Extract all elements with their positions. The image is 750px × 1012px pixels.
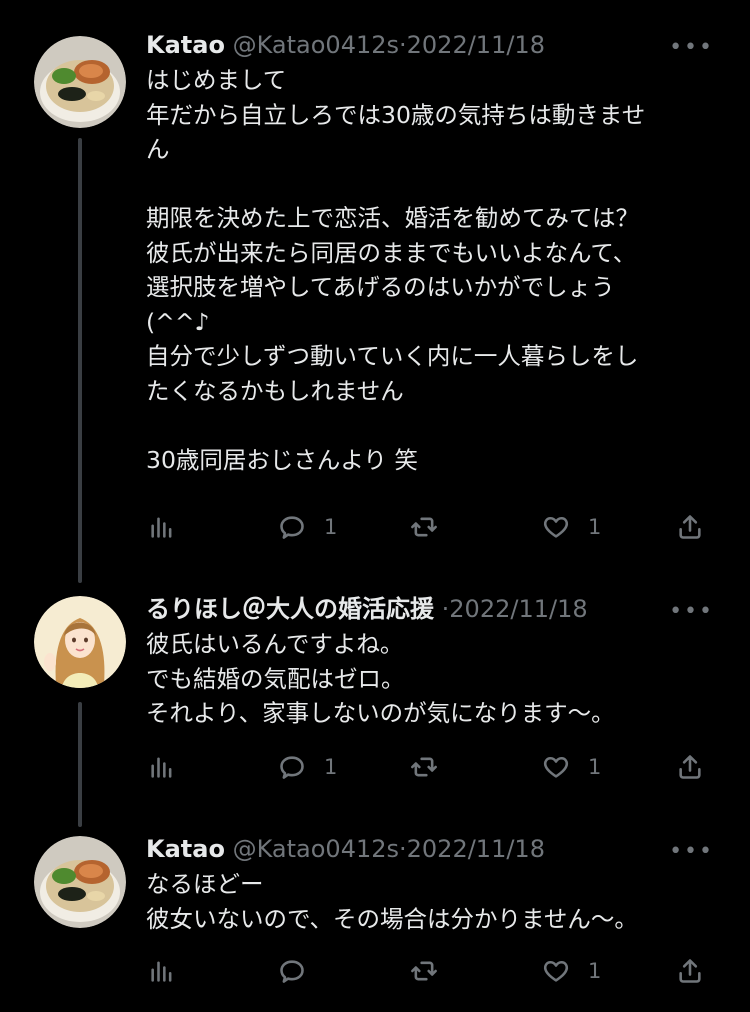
- text-line: なるほどー: [146, 870, 264, 898]
- display-name[interactable]: Katao: [146, 31, 225, 59]
- tweet-text: 彼氏はいるんですよね。 でも結婚の気配はゼロ。 それより、家事しないのが気になり…: [146, 627, 726, 731]
- avatar[interactable]: [34, 596, 126, 688]
- reply-icon: [280, 960, 304, 983]
- tweet[interactable]: Katao @Katao0412s·2022/11/18 ••• はじめまして …: [0, 0, 750, 570]
- avatar[interactable]: [34, 36, 126, 128]
- like-button[interactable]: 1: [542, 747, 601, 787]
- share-button[interactable]: [676, 507, 704, 547]
- timestamp[interactable]: 2022/11/18: [407, 835, 545, 863]
- like-button[interactable]: 1: [542, 951, 601, 991]
- tweet[interactable]: るりほし＠大人の婚活応援 ·2022/11/18 ••• 彼氏はいるんですよね。…: [0, 580, 750, 805]
- text-line: [146, 408, 726, 443]
- like-count: 1: [588, 959, 602, 983]
- text-line: 年だから自立しろでは30歳の気持ちは動きませ: [146, 100, 646, 129]
- text-line: たくなるかもしれません: [146, 376, 404, 405]
- analytics-icon: [151, 961, 172, 982]
- display-name[interactable]: るりほし＠大人の婚活応援: [146, 595, 434, 623]
- share-icon: [679, 959, 701, 983]
- timestamp[interactable]: 2022/11/18: [407, 31, 545, 59]
- action-bar: 1 1: [0, 507, 750, 547]
- text-line: [146, 167, 726, 202]
- text-line: 30歳同居おじさんより 笑: [146, 445, 418, 474]
- reply-count: 1: [324, 515, 338, 539]
- share-icon: [679, 515, 701, 539]
- reply-button[interactable]: [278, 951, 324, 991]
- more-icon[interactable]: •••: [669, 841, 714, 863]
- tweet[interactable]: Katao @Katao0412s·2022/11/18 ••• なるほどー 彼…: [0, 820, 750, 1012]
- tweet-text: はじめまして 年だから自立しろでは30歳の気持ちは動きませ ん 期限を決めた上で…: [146, 63, 726, 477]
- text-line: 自分で少しずつ動いていく内に一人暮らしをし: [146, 342, 639, 370]
- timestamp[interactable]: 2022/11/18: [449, 595, 587, 623]
- more-icon[interactable]: •••: [669, 601, 714, 623]
- analytics-icon: [151, 757, 172, 778]
- retweet-icon: [411, 961, 437, 981]
- action-bar: 1 1: [0, 747, 750, 787]
- like-icon: [543, 756, 569, 778]
- analytics-button[interactable]: [148, 747, 176, 787]
- like-count: 1: [588, 755, 602, 779]
- retweet-button[interactable]: [410, 747, 456, 787]
- handle[interactable]: @Katao0412s: [233, 31, 399, 59]
- reply-icon: [280, 516, 304, 539]
- share-button[interactable]: [676, 747, 704, 787]
- like-icon: [543, 960, 569, 982]
- text-line: 彼女いないので、その場合は分かりません〜。: [146, 904, 638, 933]
- analytics-icon: [151, 517, 172, 538]
- tweet-header: Katao @Katao0412s·2022/11/18: [146, 30, 545, 60]
- text-line: (^^♪: [146, 307, 210, 336]
- share-button[interactable]: [676, 951, 704, 991]
- retweet-icon: [411, 757, 437, 777]
- ramen-avatar-icon: [34, 36, 126, 128]
- like-button[interactable]: 1: [542, 507, 601, 547]
- text-line: それより、家事しないのが気になります〜。: [146, 699, 615, 727]
- text-line: でも結婚の気配はゼロ。: [146, 664, 405, 693]
- ramen-avatar-icon: [34, 836, 126, 928]
- action-bar: 1: [0, 951, 750, 991]
- reply-button[interactable]: 1: [278, 747, 337, 787]
- text-line: 彼氏はいるんですよね。: [146, 630, 404, 658]
- retweet-button[interactable]: [410, 951, 456, 991]
- text-line: 期限を決めた上で恋活、婚活を勧めてみては？: [146, 204, 640, 232]
- text-line: ん: [146, 135, 170, 163]
- reply-icon: [280, 756, 304, 779]
- separator: ·: [399, 835, 407, 863]
- display-name[interactable]: Katao: [146, 835, 225, 863]
- analytics-button[interactable]: [148, 951, 176, 991]
- retweet-icon: [411, 517, 437, 537]
- share-icon: [679, 755, 701, 779]
- avatar[interactable]: [34, 836, 126, 928]
- tweet-header: Katao @Katao0412s·2022/11/18: [146, 834, 545, 864]
- reply-button[interactable]: 1: [278, 507, 337, 547]
- more-icon[interactable]: •••: [669, 37, 714, 59]
- text-line: 選択肢を増やしてあげるのはいかがでしょう: [146, 273, 615, 301]
- like-count: 1: [588, 515, 602, 539]
- retweet-button[interactable]: [410, 507, 456, 547]
- text-line: はじめまして: [146, 66, 287, 94]
- handle[interactable]: @Katao0412s: [233, 835, 399, 863]
- analytics-button[interactable]: [148, 507, 176, 547]
- woman-avatar-icon: [34, 596, 126, 688]
- separator: ·: [399, 31, 407, 59]
- reply-count: 1: [324, 755, 338, 779]
- like-icon: [543, 516, 569, 538]
- tweet-header: るりほし＠大人の婚活応援 ·2022/11/18: [146, 594, 588, 624]
- text-line: 彼氏が出来たら同居のままでもいいよなんて、: [146, 238, 637, 267]
- tweet-text: なるほどー 彼女いないので、その場合は分かりません〜。: [146, 867, 726, 936]
